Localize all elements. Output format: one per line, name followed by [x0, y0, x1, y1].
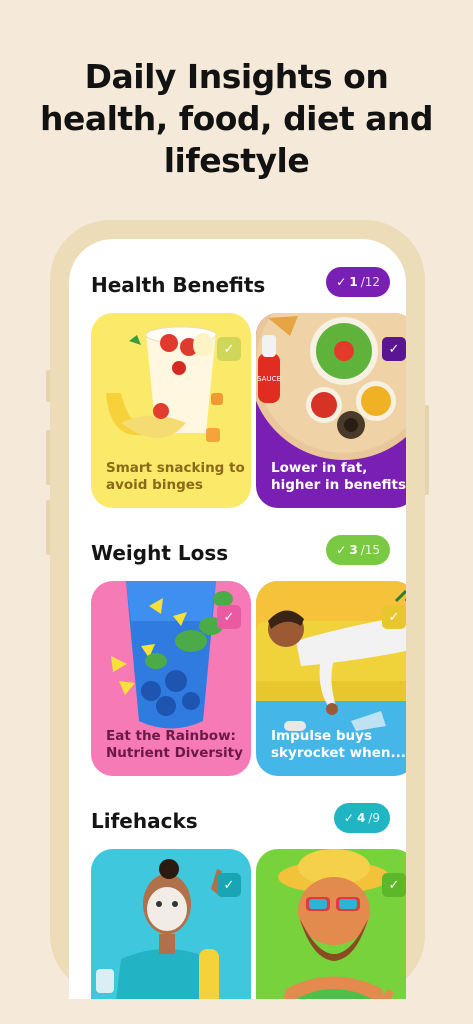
check-icon: ✓: [336, 543, 347, 557]
check-icon: ✓: [382, 605, 406, 629]
progress-badge[interactable]: ✓ 4/9: [333, 803, 390, 833]
headline-line-3: lifestyle: [163, 141, 310, 180]
card-carousel[interactable]: ✓ Smart snacking to avoid binges SAUCE ✓…: [91, 313, 406, 508]
headline-line-2: health, food, diet and: [39, 99, 434, 138]
page-headline: Daily Insights on health, food, diet and…: [0, 56, 473, 182]
card-caption: Smart snacking to avoid binges: [106, 460, 245, 493]
card-caption: Eat the Rainbow: Nutrient Diversity: [106, 728, 243, 761]
card-carousel[interactable]: ✓ Eat the Rainbow: Nutrient Diversity ✓ …: [91, 581, 406, 776]
progress-done: 3: [349, 543, 358, 557]
sauce-bottle-label: SAUCE: [257, 375, 281, 383]
card-caption: Lower in fat, higher in benefits: [271, 460, 406, 493]
progress-badge[interactable]: ✓ 1/12: [326, 267, 390, 297]
headline-line-1: Daily Insights on: [84, 57, 389, 96]
check-icon: ✓: [382, 337, 406, 361]
section-title: Lifehacks: [91, 809, 198, 833]
check-icon: ✓: [217, 605, 241, 629]
article-card[interactable]: ✓: [256, 849, 406, 999]
progress-total: /9: [368, 811, 380, 825]
section-title: Weight Loss: [91, 541, 229, 565]
article-card[interactable]: ✓: [91, 849, 251, 999]
bearded-man-sunglasses-image: [278, 849, 394, 999]
check-icon: ✓: [343, 811, 354, 825]
check-icon: ✓: [217, 337, 241, 361]
man-face-mask-image: [96, 859, 232, 999]
article-card[interactable]: SAUCE ✓ Lower in fat, higher in benefits: [256, 313, 406, 508]
card-carousel[interactable]: ✓ ✓: [91, 849, 406, 999]
check-icon: ✓: [217, 873, 241, 897]
article-card[interactable]: ✓ Eat the Rainbow: Nutrient Diversity: [91, 581, 251, 776]
check-icon: ✓: [336, 275, 347, 289]
progress-done: 1: [349, 275, 358, 289]
check-icon: ✓: [382, 873, 406, 897]
progress-total: /12: [360, 275, 380, 289]
section-title: Health Benefits: [91, 273, 266, 297]
progress-badge[interactable]: ✓ 3/15: [326, 535, 390, 565]
progress-total: /15: [360, 543, 380, 557]
article-card[interactable]: ✓ Impulse buys skyrocket when...: [256, 581, 406, 776]
article-card[interactable]: ✓ Smart snacking to avoid binges: [91, 313, 251, 508]
progress-done: 4: [356, 811, 366, 825]
card-caption: Impulse buys skyrocket when...: [271, 728, 406, 761]
phone-screen: Health Benefits ✓ 1/12 ✓ Smart snacking …: [69, 239, 406, 999]
